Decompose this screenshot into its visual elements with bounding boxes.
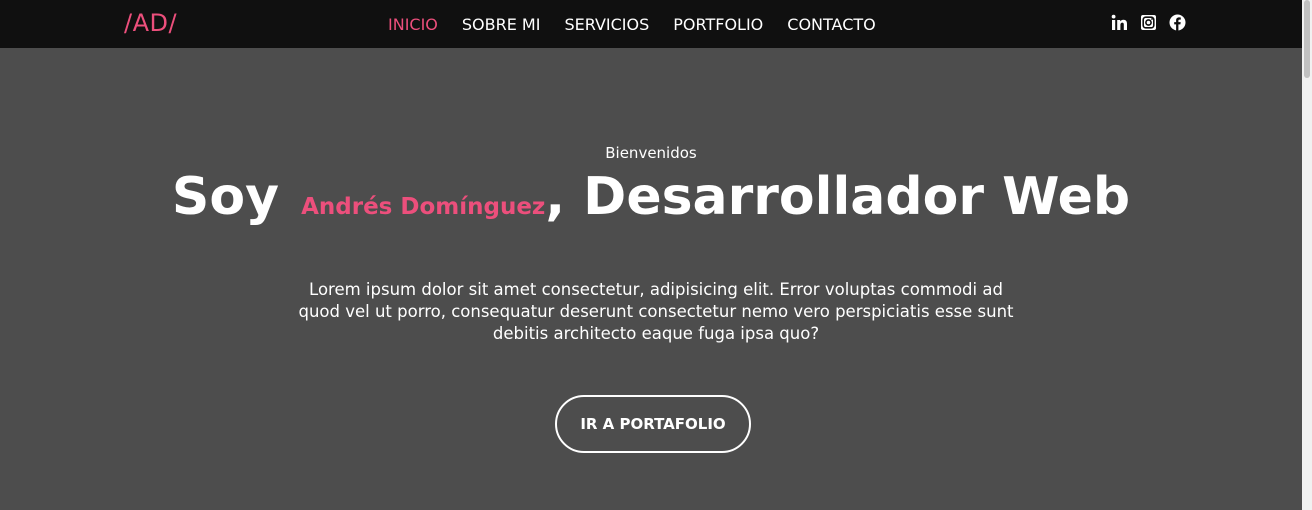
headline-name: Andrés Domínguez — [301, 194, 546, 220]
nav-item-servicios: SERVICIOS — [564, 15, 649, 34]
hero-section: Bienvenidos Soy Andrés Domínguez, Desarr… — [0, 48, 1302, 510]
nav-link-inicio[interactable]: INICIO — [388, 15, 438, 34]
nav-link-portfolio[interactable]: PORTFOLIO — [673, 15, 763, 34]
nav-link-sobre-mi[interactable]: SOBRE MI — [462, 15, 541, 34]
nav-link-contacto[interactable]: CONTACTO — [787, 15, 875, 34]
portfolio-button[interactable]: IR A PORTAFOLIO — [555, 395, 751, 453]
scrollbar-thumb[interactable] — [1304, 0, 1310, 78]
page-scrollbar[interactable] — [1302, 0, 1312, 510]
nav-item-sobre-mi: SOBRE MI — [462, 15, 541, 34]
headline-suffix: , Desarrollador Web — [545, 167, 1131, 227]
headline-prefix: Soy — [171, 167, 279, 227]
nav-menu: INICIO SOBRE MI SERVICIOS PORTFOLIO CONT… — [388, 0, 876, 48]
linkedin-icon[interactable] — [1111, 14, 1128, 31]
instagram-icon[interactable] — [1140, 14, 1157, 31]
navbar: /AD/ INICIO SOBRE MI SERVICIOS PORTFOLIO… — [0, 0, 1302, 48]
site-logo[interactable]: /AD/ — [124, 9, 177, 37]
nav-link-servicios[interactable]: SERVICIOS — [564, 15, 649, 34]
hero-description: Lorem ipsum dolor sit amet consectetur, … — [298, 280, 1014, 343]
nav-item-inicio: INICIO — [388, 15, 438, 34]
hero-greeting: Bienvenidos — [605, 144, 697, 162]
social-links — [1111, 14, 1186, 31]
facebook-icon[interactable] — [1169, 14, 1186, 31]
nav-item-portfolio: PORTFOLIO — [673, 15, 763, 34]
nav-item-contacto: CONTACTO — [787, 15, 875, 34]
hero-headline: Soy Andrés Domínguez, Desarrollador Web — [0, 166, 1302, 238]
